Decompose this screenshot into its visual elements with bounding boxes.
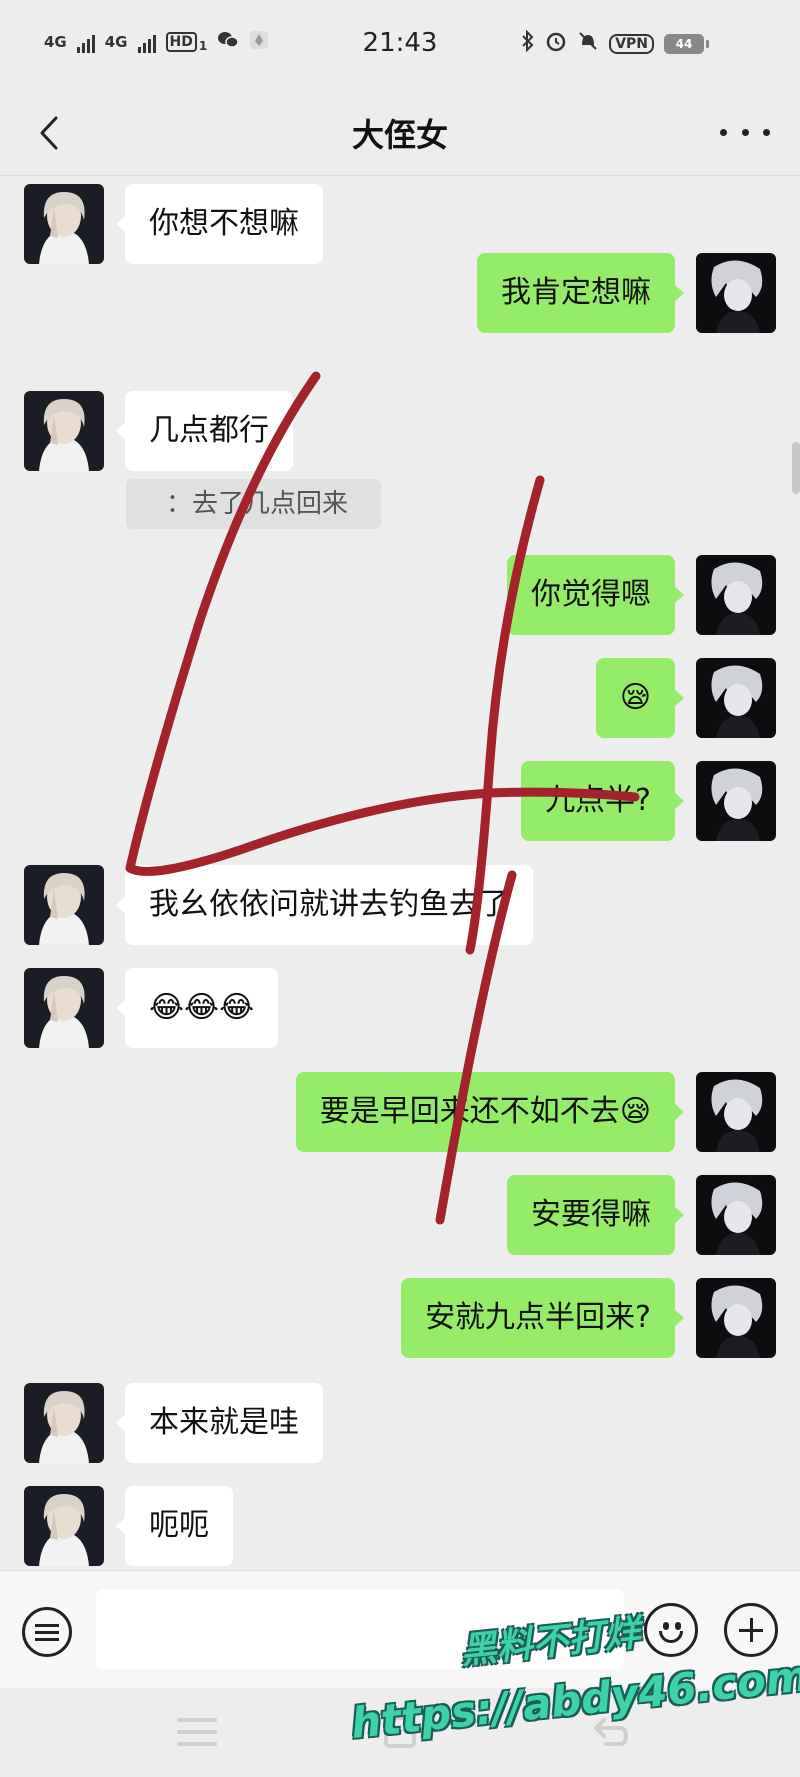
avatar-contact[interactable] (24, 184, 104, 264)
emoji-icon-eye (675, 1622, 681, 1630)
home-nav-icon[interactable] (382, 1714, 418, 1750)
message-bubble[interactable]: 九点半? (521, 761, 684, 841)
message-bubble[interactable]: 几点都行 (116, 391, 293, 471)
avatar-self[interactable] (696, 1278, 776, 1358)
voice-icon-line (35, 1631, 59, 1634)
mute-icon (577, 30, 599, 57)
avatar-self[interactable] (696, 1072, 776, 1152)
battery-icon: 44 (664, 33, 709, 54)
message-bubble[interactable]: 我肯定想嘛 (477, 253, 684, 333)
dot-icon (763, 128, 770, 136)
voice-icon (35, 1624, 59, 1627)
quoted-reply[interactable]: ：去了几点回来 (126, 479, 381, 529)
dot-icon (741, 128, 749, 136)
message-bubble[interactable]: 安要得嘛 (507, 1175, 684, 1255)
alarm-icon (545, 30, 567, 57)
message-bubble[interactable]: 😂😂😂 (115, 968, 279, 1048)
message-bubble[interactable]: 安就九点半回来? (401, 1278, 684, 1358)
voice-icon-line (35, 1638, 59, 1641)
message-bubble[interactable]: 你觉得嗯 (507, 555, 684, 635)
voice-input-button[interactable] (22, 1607, 72, 1657)
emoji-icon (663, 1622, 669, 1630)
menu-nav-icon[interactable] (175, 1714, 221, 1750)
vpn-badge: VPN (609, 33, 654, 54)
chat-header: 大侄女 (0, 90, 800, 176)
avatar-self[interactable] (696, 253, 776, 333)
message-bubble[interactable]: 要是早回来还不如不去😪 (295, 1072, 685, 1152)
emoji-icon-mouth (659, 1631, 683, 1643)
message-bubble[interactable]: 本来就是哇 (116, 1383, 323, 1463)
avatar-self[interactable] (696, 658, 776, 738)
plus-icon[interactable] (724, 1603, 778, 1657)
more-options-button[interactable] (720, 112, 770, 152)
message-input[interactable] (96, 1589, 624, 1669)
status-bar: 4G 4G HD 1 21:43 VPN 44 (0, 0, 800, 90)
avatar-contact[interactable] (24, 1486, 104, 1566)
chat-scrollbar[interactable] (792, 442, 800, 494)
avatar-contact[interactable] (24, 1383, 104, 1463)
avatar-self[interactable] (696, 1175, 776, 1255)
message-bubble[interactable]: 呃呃 (116, 1486, 233, 1566)
back-nav-icon[interactable] (590, 1714, 630, 1750)
message-bubble[interactable]: 我幺依依问就讲去钓鱼去了 (116, 865, 533, 945)
avatar-self[interactable] (696, 761, 776, 841)
dot-icon (720, 128, 727, 136)
system-nav-bar (0, 1688, 800, 1777)
chat-title: 大侄女 (351, 116, 448, 154)
status-right-icons: VPN 44 (521, 29, 709, 57)
message-bubble[interactable]: 😪 (595, 658, 685, 738)
avatar-contact[interactable] (24, 968, 104, 1048)
bluetooth-icon (521, 29, 535, 57)
input-bar (0, 1570, 800, 1688)
message-bubble[interactable]: 你想不想嘛 (116, 184, 323, 264)
chat-message-list[interactable]: 你想不想嘛 我肯定想嘛 几点都行 ：去了几点回来 你觉得嗯 😪 九点半? 我幺依… (0, 177, 800, 1570)
avatar-contact[interactable] (24, 391, 104, 471)
avatar-self[interactable] (696, 555, 776, 635)
avatar-contact[interactable] (24, 865, 104, 945)
emoji-button[interactable] (644, 1603, 698, 1657)
